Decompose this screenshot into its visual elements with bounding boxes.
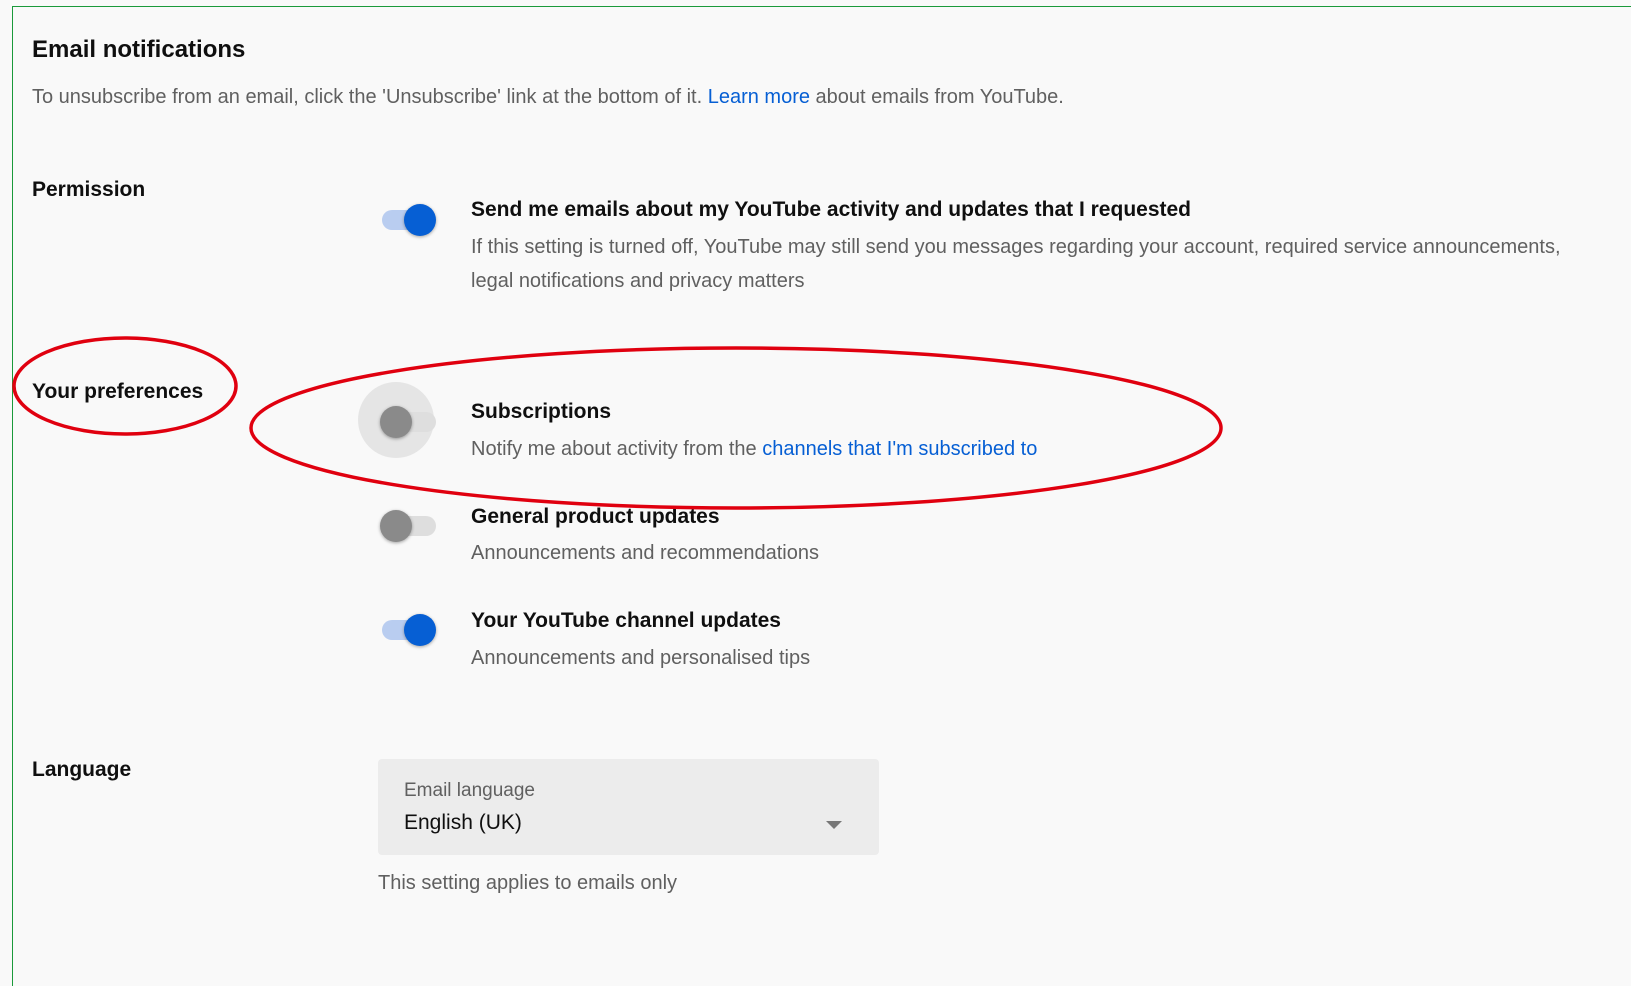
email-language-select[interactable]: Email language English (UK) <box>378 759 879 855</box>
subscriptions-title: Subscriptions <box>471 400 612 423</box>
intro-text-end: about emails from YouTube. <box>810 86 1064 108</box>
language-helper-text: This setting applies to emails only <box>378 872 678 894</box>
activity-emails-description: If this setting is turned off, YouTube m… <box>471 236 1561 292</box>
activity-emails-title: Send me emails about my YouTube activity… <box>471 198 1191 221</box>
product-updates-description: Announcements and recommendations <box>471 542 819 564</box>
subscriptions-description: Notify me about activity from the channe… <box>471 432 1571 466</box>
email-language-value: English (UK) <box>404 811 522 834</box>
toggle-thumb <box>404 614 436 646</box>
caret-down-icon <box>826 821 842 829</box>
channel-updates-title: Your YouTube channel updates <box>471 609 781 632</box>
page-title: Email notifications <box>32 36 246 63</box>
toggle-thumb <box>380 510 412 542</box>
intro-text-start: To unsubscribe from an email, click the … <box>32 86 708 108</box>
learn-more-link[interactable]: Learn more <box>708 86 810 108</box>
product-updates-title: General product updates <box>471 505 720 528</box>
subscribed-channels-link[interactable]: channels that I'm subscribed to <box>762 438 1037 460</box>
section-label-language: Language <box>32 758 132 781</box>
channel-updates-toggle[interactable] <box>378 607 438 647</box>
toggle-thumb <box>404 204 436 236</box>
section-label-preferences: Your preferences <box>32 380 204 403</box>
channel-updates-description: Announcements and personalised tips <box>471 647 811 669</box>
email-language-label: Email language <box>404 780 535 801</box>
product-updates-toggle[interactable] <box>380 503 440 543</box>
intro-text: To unsubscribe from an email, click the … <box>32 86 1064 109</box>
activity-emails-toggle[interactable] <box>378 197 438 237</box>
toggle-thumb <box>380 406 412 438</box>
section-label-permission: Permission <box>32 178 146 201</box>
subscriptions-description-text: Notify me about activity from the <box>471 438 763 460</box>
subscriptions-toggle[interactable] <box>358 382 440 458</box>
